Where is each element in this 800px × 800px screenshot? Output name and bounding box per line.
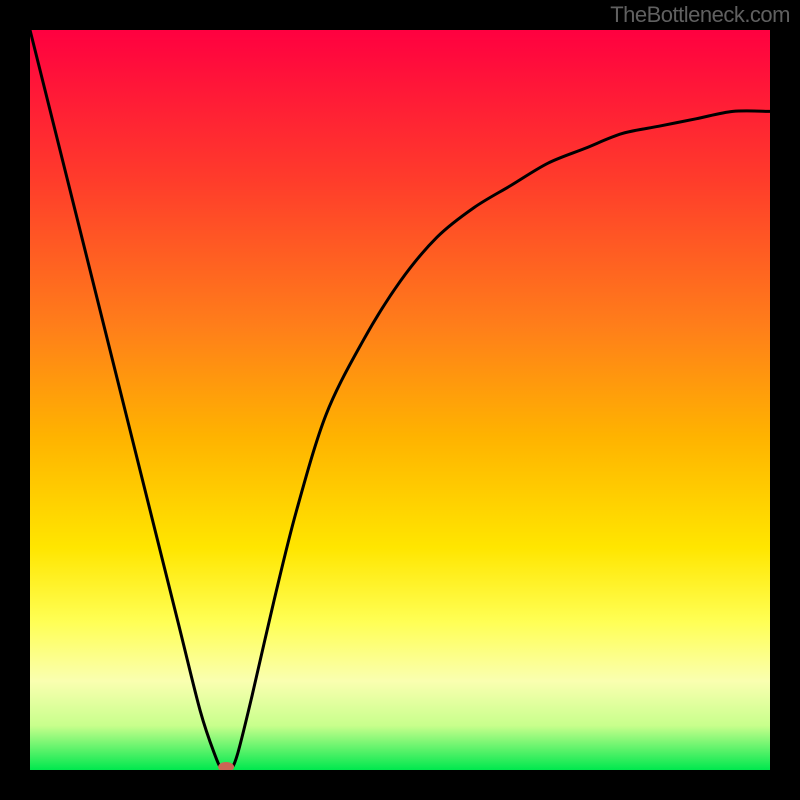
gradient-background — [30, 30, 770, 770]
chart-container: TheBottleneck.com — [0, 0, 800, 800]
chart-svg — [30, 30, 770, 770]
plot-area — [30, 30, 770, 770]
attribution-label: TheBottleneck.com — [610, 2, 790, 28]
